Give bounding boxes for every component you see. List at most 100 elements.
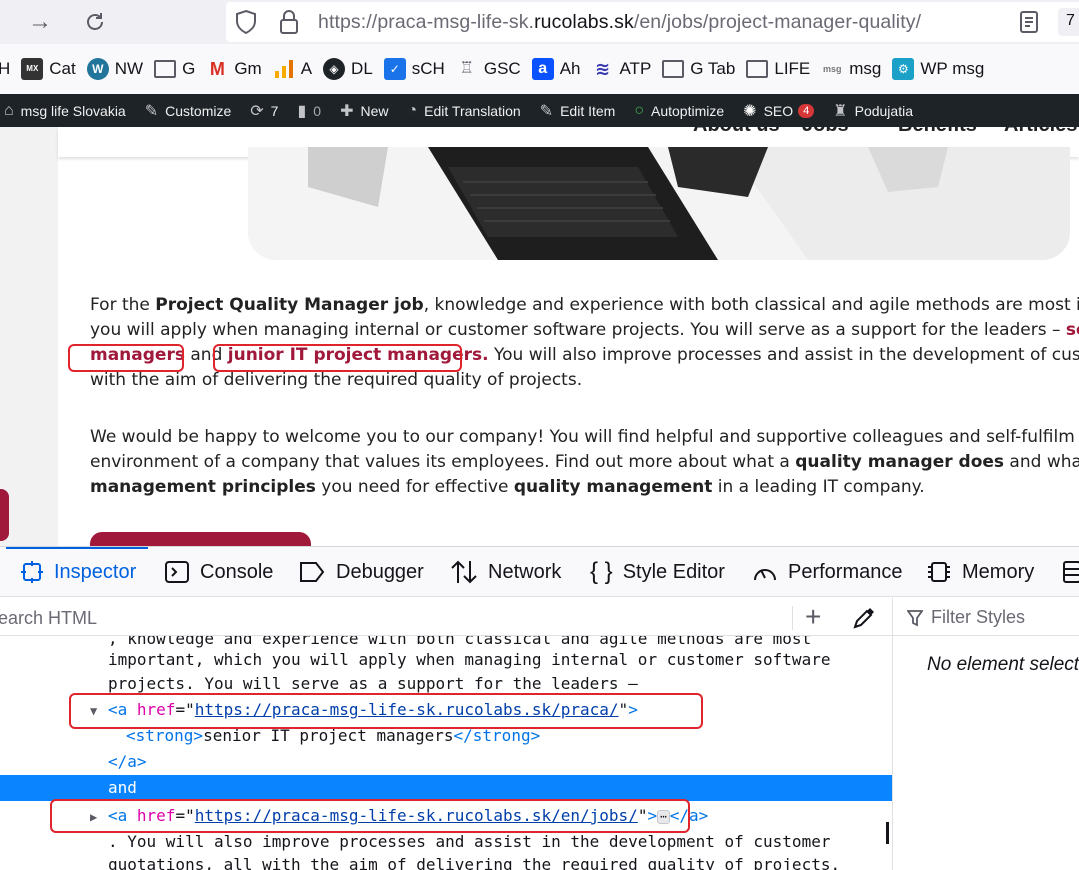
filter-styles-input[interactable]: Filter Styles	[893, 598, 1079, 636]
bookmark-wp-msg[interactable]: ⚙ WP msg	[892, 54, 984, 84]
home-icon: ⌂	[4, 101, 14, 119]
gsc-icon: ♖	[459, 60, 475, 77]
tab-performance[interactable]: Performance	[752, 547, 903, 596]
nav-benefits[interactable]: Benefits	[898, 127, 977, 137]
tab-style-editor[interactable]: { } Style Editor	[590, 547, 725, 596]
nav-jobs[interactable]: Jobs	[802, 127, 849, 137]
debugger-icon	[298, 560, 326, 584]
senior-pm-link-start[interactable]: se	[1066, 320, 1079, 340]
pencil-icon: ✎	[539, 102, 554, 120]
job-description: For the Project Quality Manager job, kno…	[90, 293, 1079, 532]
reader-view-icon[interactable]	[1019, 10, 1039, 39]
bookmark-g[interactable]: G	[154, 54, 195, 84]
refresh-icon: ⟳	[250, 102, 264, 120]
bookmark-gm[interactable]: M Gm	[206, 54, 262, 84]
gauge-icon	[752, 560, 778, 584]
bookmark-a[interactable]: A	[273, 54, 312, 84]
admin-customize-link[interactable]: ✎ Customize	[145, 94, 232, 127]
url-text: https://praca-msg-life-sk.rucolabs.sk/en…	[318, 11, 922, 33]
rules-pane: Filter Styles No element select	[892, 598, 1079, 870]
tab-overflow[interactable]	[1062, 547, 1079, 596]
side-tab-button[interactable]	[0, 489, 9, 541]
console-icon	[164, 560, 190, 584]
markup-tree[interactable]: , knowledge and experience with both cla…	[0, 636, 892, 870]
tab-network[interactable]: Network	[450, 547, 561, 596]
url-bar[interactable]: https://praca-msg-life-sk.rucolabs.sk/en…	[226, 2, 1079, 42]
bookmark-nw[interactable]: W NW	[86, 54, 143, 84]
tree-line[interactable]: quotations, all with the aim of deliveri…	[0, 852, 892, 870]
web-page: About us Jobs Benefits Articles For the …	[0, 127, 1079, 546]
highlight-box-junior	[213, 344, 462, 372]
admin-edit-translation-link[interactable]: ◔ Edit Translation	[408, 94, 521, 127]
scrollbar-marker[interactable]	[886, 822, 889, 844]
nav-articles[interactable]: Articles	[1004, 127, 1077, 137]
tab-debugger[interactable]: Debugger	[298, 547, 424, 596]
admin-new-link[interactable]: ✚ New	[340, 94, 388, 127]
shield-icon[interactable]	[234, 9, 258, 40]
paragraph-welcome: We would be happy to welcome you to our …	[90, 427, 1079, 497]
site-logo[interactable]	[58, 127, 158, 148]
check-icon: ✓	[383, 58, 406, 80]
add-node-icon[interactable]: +	[805, 601, 821, 633]
bookmark-gsc[interactable]: ♖ GSC	[456, 54, 521, 84]
bookmark-atp[interactable]: ≋ ATP	[591, 54, 651, 84]
bookmark-life[interactable]: LIFE	[746, 54, 810, 84]
bookmark-g-tab[interactable]: G Tab	[662, 54, 735, 84]
msg-icon: msg	[823, 64, 842, 74]
admin-seo-link[interactable]: ✺ SEO 4	[743, 94, 815, 127]
wp-admin-bar: ⌂ msg life Slovakia ✎ Customize ⟳ 7 ▮ 0 ✚ New…	[0, 94, 1079, 127]
bookmarks-toolbar: H MX Cat W NW G M Gm A ◈ DL ✓ sCH ♖ GSC a Ah ≋ A…	[0, 44, 1079, 94]
admin-site-link[interactable]: ⌂ msg life Slovakia	[4, 94, 126, 127]
atp-icon: ≋	[594, 59, 611, 79]
ahrefs-icon: a	[531, 58, 554, 80]
page-gutter	[0, 127, 58, 546]
filter-icon	[906, 609, 924, 632]
bookmark-h[interactable]: H	[0, 54, 10, 84]
html-search-bar: earch HTML +	[0, 598, 892, 636]
mxs2-icon: MX	[21, 58, 44, 80]
highlight-box-anchor-praca	[69, 693, 703, 729]
bookmark-ah[interactable]: a Ah	[531, 54, 580, 84]
lock-icon[interactable]	[278, 8, 300, 41]
plus-icon: ✚	[340, 102, 354, 120]
bookmark-sch[interactable]: ✓ sCH	[383, 54, 445, 84]
tree-node-text-and[interactable]: and	[0, 775, 892, 801]
dl-icon: ◈	[323, 58, 346, 80]
comment-icon: ▮	[297, 102, 307, 120]
bookmark-msg[interactable]: msg msg	[821, 54, 881, 84]
forward-icon[interactable]: →	[24, 6, 56, 38]
inspector-icon	[20, 560, 44, 584]
tree-node-close-a[interactable]: </a>	[0, 749, 892, 775]
wordpress-icon: W	[86, 58, 109, 80]
braces-icon: { }	[590, 558, 613, 585]
no-element-message: No element select	[927, 654, 1079, 675]
chip-icon	[926, 560, 952, 584]
reload-icon[interactable]	[79, 6, 111, 38]
devtools-tabs: Inspector Console Debugger Network { } S…	[0, 547, 1079, 597]
eyedropper-icon[interactable]	[852, 606, 876, 635]
brush-icon: ✎	[144, 102, 159, 120]
search-html-input[interactable]: earch HTML	[0, 608, 97, 629]
tab-memory[interactable]: Memory	[926, 547, 1034, 596]
extension-badge[interactable]: 7	[1058, 8, 1079, 36]
storage-icon	[1062, 560, 1079, 584]
status-circle-icon: ○	[634, 101, 644, 119]
folder-icon	[746, 60, 769, 78]
admin-updates-link[interactable]: ⟳ 7	[250, 94, 278, 127]
highlight-box-anchor-jobs	[50, 799, 690, 833]
seo-badge: 4	[798, 103, 815, 118]
admin-edit-item-link[interactable]: ✎ Edit Item	[540, 94, 616, 127]
admin-podujatia-link[interactable]: ♜ Podujatia	[833, 94, 913, 127]
events-icon: ♜	[833, 102, 848, 120]
tab-console[interactable]: Console	[164, 547, 273, 596]
folder-icon	[154, 60, 177, 78]
tab-inspector[interactable]: Inspector	[5, 547, 149, 596]
bookmark-cat[interactable]: MX Cat	[21, 54, 76, 84]
apply-button[interactable]	[90, 532, 311, 546]
browser-toolbar: → https://praca-msg-life-sk.rucolabs.sk/…	[0, 0, 1079, 44]
nav-about-us[interactable]: About us	[693, 127, 780, 137]
bookmark-dl[interactable]: ◈ DL	[323, 54, 373, 84]
tree-line[interactable]: important, which you will apply when man…	[0, 647, 892, 673]
admin-comments-link[interactable]: ▮ 0	[297, 94, 321, 127]
admin-autoptimize-link[interactable]: ○ Autoptimize	[634, 94, 724, 127]
